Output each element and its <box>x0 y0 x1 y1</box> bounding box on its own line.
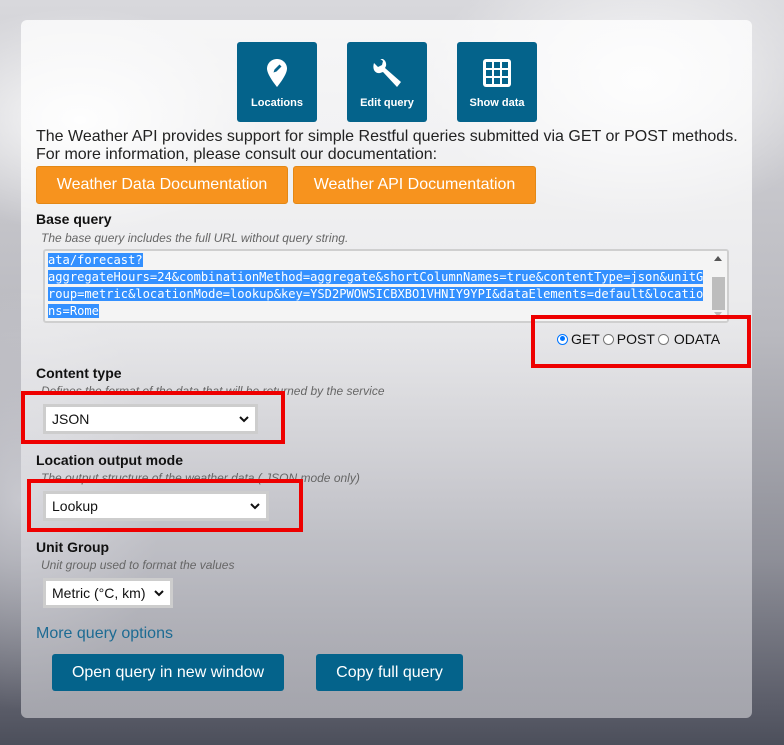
query-scrollbar[interactable] <box>710 251 727 321</box>
radio-get-label: GET <box>571 331 600 347</box>
scroll-thumb[interactable] <box>712 277 725 310</box>
radio-odata-label: ODATA <box>673 331 721 347</box>
highlight-box-location-mode <box>27 479 303 532</box>
map-pin-edit-icon <box>237 59 317 87</box>
query-builder-panel <box>21 20 752 718</box>
content-type-label: Content type <box>36 365 122 381</box>
show-data-label: Show data <box>469 97 525 109</box>
scroll-up-arrow-icon[interactable] <box>714 256 722 261</box>
locations-button[interactable]: Locations <box>237 42 317 122</box>
grid-icon <box>457 59 537 87</box>
unit-group-hint: Unit group used to format the values <box>41 558 235 572</box>
weather-data-documentation-button[interactable]: Weather Data Documentation <box>36 166 288 204</box>
base-query-selection: ata/forecast? aggregateHours=24&combinat… <box>48 253 704 318</box>
show-data-button[interactable]: Show data <box>457 42 537 122</box>
intro-line-1: The Weather API provides support for sim… <box>36 128 738 145</box>
locations-label: Locations <box>251 97 303 109</box>
open-query-new-window-button[interactable]: Open query in new window <box>52 654 284 691</box>
intro-line-2: For more information, please consult our… <box>36 146 438 163</box>
edit-query-label: Edit query <box>360 97 414 109</box>
method-radio-group: GET POST ODATA <box>557 331 720 347</box>
radio-odata[interactable] <box>657 333 669 345</box>
radio-post[interactable] <box>602 333 614 345</box>
chevron-down-icon <box>154 590 164 597</box>
more-query-options-link[interactable]: More query options <box>36 625 173 643</box>
weather-api-documentation-button[interactable]: Weather API Documentation <box>293 166 536 204</box>
radio-post-label: POST <box>616 331 655 347</box>
location-mode-label: Location output mode <box>36 452 183 468</box>
edit-query-button[interactable]: Edit query <box>347 42 427 122</box>
radio-get[interactable] <box>557 333 568 345</box>
copy-full-query-button[interactable]: Copy full query <box>316 654 463 691</box>
base-query-label: Base query <box>36 211 112 227</box>
base-query-textarea[interactable]: ata/forecast? aggregateHours=24&combinat… <box>43 249 729 323</box>
highlight-box-content-type <box>21 391 285 444</box>
base-query-hint: The base query includes the full URL wit… <box>41 231 349 245</box>
unit-group-label: Unit Group <box>36 539 110 555</box>
unit-group-select[interactable]: Metric (°C, km) <box>43 578 173 608</box>
intro-text: The Weather API provides support for sim… <box>36 128 738 164</box>
base-query-text: ata/forecast? aggregateHours=24&combinat… <box>48 252 708 320</box>
unit-group-value: Metric (°C, km) <box>52 585 146 601</box>
wrench-icon <box>347 59 427 89</box>
